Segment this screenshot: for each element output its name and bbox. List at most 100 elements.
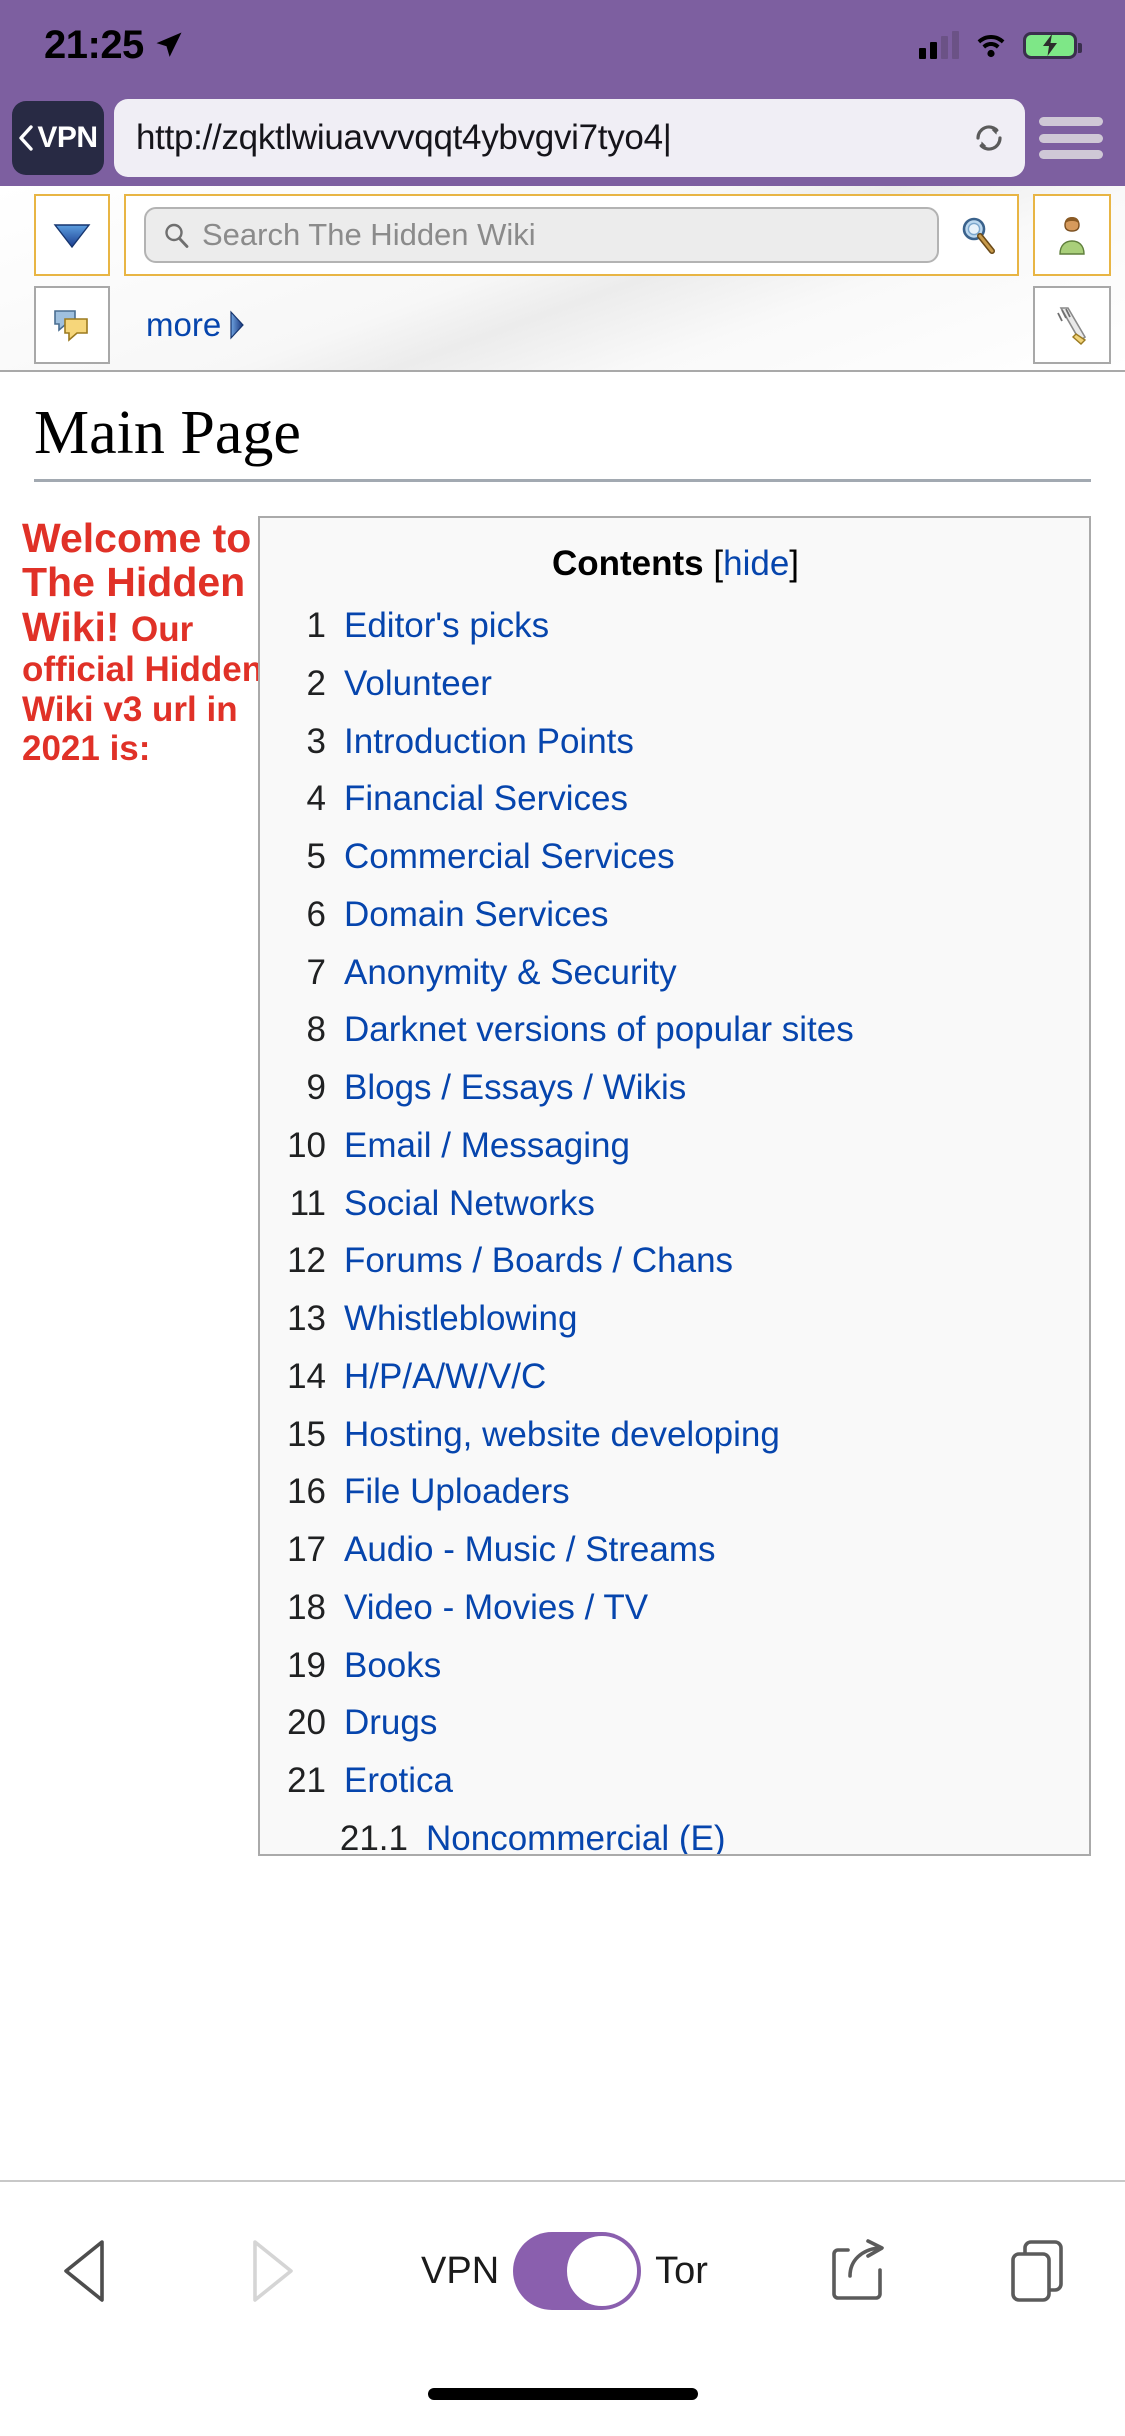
url-text[interactable]: http://zqktlwiuavvvqqt4ybvgvi7tyo4|	[136, 118, 961, 158]
toc-item[interactable]: 12 Forums / Boards / Chans	[282, 1241, 1069, 1281]
toc-item[interactable]: 8 Darknet versions of popular sites	[282, 1011, 1069, 1049]
toc-item-label[interactable]: Noncommercial (E)	[426, 1820, 726, 1854]
toc-item-label[interactable]: Introduction Points	[344, 723, 634, 761]
toc-item-label[interactable]: H/P/A/W/V/C	[344, 1358, 546, 1396]
welcome-line-4: official Hidden	[22, 649, 258, 689]
toc-item[interactable]: 15 Hosting, website developing	[282, 1416, 1069, 1454]
battery-charging-icon	[1023, 31, 1082, 59]
toc-item[interactable]: 21.1 Noncommercial (E)	[282, 1820, 1069, 1854]
toc-item[interactable]: 14 H/P/A/W/V/C	[282, 1356, 1069, 1396]
toc-item-number: 7	[306, 952, 326, 992]
toc-item-label[interactable]: Darknet versions of popular sites	[344, 1011, 854, 1049]
chevron-left-icon	[18, 125, 34, 151]
status-time: 21:25	[44, 22, 144, 67]
toc-item-label[interactable]: Volunteer	[344, 665, 492, 703]
toc-item[interactable]: 9 Blogs / Essays / Wikis	[282, 1069, 1069, 1107]
cellular-signal-icon	[919, 31, 959, 59]
welcome-line-5: Wiki v3 url in	[22, 689, 238, 729]
welcome-line-3-small: Our	[130, 609, 194, 649]
toc-item-number: 16	[287, 1472, 326, 1512]
toc-bracket-close: ]	[789, 544, 800, 583]
reload-icon[interactable]	[967, 116, 1011, 160]
wiki-user-button[interactable]	[1033, 194, 1111, 276]
toc-item-label[interactable]: Commercial Services	[344, 838, 675, 876]
wiki-more-row: more	[0, 282, 1125, 370]
toc-item[interactable]: 10 Email / Messaging	[282, 1127, 1069, 1165]
toc-item-number: 13	[287, 1299, 326, 1338]
wiki-dropdown-button[interactable]	[34, 194, 110, 276]
toc-item-label[interactable]: Email / Messaging	[344, 1127, 630, 1165]
magnifier-go-icon[interactable]	[953, 211, 1001, 259]
toc-item[interactable]: 16 File Uploaders	[282, 1472, 1069, 1512]
toc-item-label[interactable]: Video - Movies / TV	[344, 1589, 648, 1627]
toc-item-number: 5	[306, 837, 326, 876]
toc-item-label[interactable]: File Uploaders	[344, 1473, 570, 1511]
toc-item[interactable]: 1 Editor's picks	[282, 607, 1069, 645]
toc-item[interactable]: 11 Social Networks	[282, 1185, 1069, 1223]
wiki-talk-button[interactable]	[34, 286, 110, 364]
tools-icon	[1052, 304, 1092, 346]
search-placeholder: Search The Hidden Wiki	[202, 217, 536, 252]
toc-item-label[interactable]: Drugs	[344, 1704, 437, 1742]
talk-page-icon	[52, 305, 92, 345]
vpn-tor-toggle-group[interactable]: VPN Tor	[421, 2232, 708, 2310]
toc-item-label[interactable]: Books	[344, 1647, 441, 1685]
toc-item-label[interactable]: Blogs / Essays / Wikis	[344, 1069, 686, 1107]
toc-item-label[interactable]: Editor's picks	[344, 607, 549, 645]
tabs-icon[interactable]	[1007, 2236, 1069, 2306]
wiki-header: Search The Hidden Wiki more	[0, 186, 1125, 372]
triangle-down-icon	[52, 221, 92, 249]
home-indicator	[427, 2388, 698, 2400]
toc-item[interactable]: 2 Volunteer	[282, 665, 1069, 703]
toc-item-label[interactable]: Audio - Music / Streams	[344, 1531, 716, 1569]
toc-item[interactable]: 17 Audio - Music / Streams	[282, 1530, 1069, 1569]
search-icon	[162, 221, 190, 249]
toc-item-label[interactable]: Forums / Boards / Chans	[344, 1242, 733, 1280]
browser-toolbar: VPN http://zqktlwiuavvvqqt4ybvgvi7tyo4|	[0, 90, 1125, 186]
share-icon[interactable]	[828, 2236, 886, 2306]
toc-item[interactable]: 21 Erotica	[282, 1762, 1069, 1800]
toc-item[interactable]: 6 Domain Services	[282, 896, 1069, 934]
toc-item[interactable]: 18 Video - Movies / TV	[282, 1589, 1069, 1627]
wifi-icon	[973, 31, 1009, 59]
toc-item-label[interactable]: Social Networks	[344, 1185, 595, 1223]
welcome-line-3-bold: Wiki!	[22, 603, 120, 650]
toc-item-label[interactable]: Whistleblowing	[344, 1300, 577, 1338]
welcome-line-6: 2021 is:	[22, 729, 151, 769]
hamburger-menu-icon[interactable]	[1035, 109, 1107, 167]
user-avatar-icon	[1054, 214, 1090, 256]
back-arrow-icon[interactable]	[56, 2236, 118, 2306]
toc-item-number: 12	[287, 1241, 326, 1281]
toc-item[interactable]: 3 Introduction Points	[282, 721, 1069, 761]
vpn-tor-switch[interactable]	[513, 2232, 642, 2310]
body-columns: Welcome to The Hidden Wiki! Our official…	[0, 516, 1125, 1856]
toc-item[interactable]: 4 Financial Services	[282, 780, 1069, 818]
toc-item-label[interactable]: Domain Services	[344, 896, 609, 934]
toc-item-label[interactable]: Anonymity & Security	[344, 954, 677, 992]
vpn-back-button[interactable]: VPN	[12, 101, 104, 175]
toc-item-number: 3	[306, 721, 326, 761]
toggle-label-tor: Tor	[655, 2249, 708, 2292]
toc-hide-link[interactable]: hide	[723, 544, 789, 583]
wiki-search-cell: Search The Hidden Wiki	[124, 194, 1019, 276]
toc-item-number: 14	[287, 1356, 326, 1396]
wiki-more-link[interactable]: more	[110, 286, 1033, 364]
toc-item[interactable]: 7 Anonymity & Security	[282, 952, 1069, 992]
toc-item-label[interactable]: Erotica	[344, 1762, 453, 1800]
toc-item[interactable]: 5 Commercial Services	[282, 837, 1069, 876]
search-input[interactable]: Search The Hidden Wiki	[144, 207, 939, 263]
browser-bottom-toolbar: VPN Tor	[0, 2180, 1125, 2436]
switch-knob	[567, 2236, 638, 2306]
wiki-tools-button[interactable]	[1033, 286, 1111, 364]
toc-heading: Contents	[551, 544, 704, 583]
url-bar[interactable]: http://zqktlwiuavvvqqt4ybvgvi7tyo4|	[114, 99, 1025, 177]
toc-item[interactable]: 19 Books	[282, 1647, 1069, 1685]
toc-item-number: 17	[287, 1530, 326, 1569]
toc-item[interactable]: 13 Whistleblowing	[282, 1299, 1069, 1338]
toc-list: 1 Editor's picks 2 Volunteer 3 Introduction P…	[282, 607, 1069, 1854]
toc-item[interactable]: 20 Drugs	[282, 1704, 1069, 1742]
page-content: Main Page Welcome to The Hidden Wiki! Ou…	[0, 372, 1125, 2212]
toc-item-label[interactable]: Hosting, website developing	[344, 1416, 780, 1454]
toc-item-label[interactable]: Financial Services	[344, 780, 628, 818]
toc-header: Contents [hide]	[282, 544, 1069, 584]
